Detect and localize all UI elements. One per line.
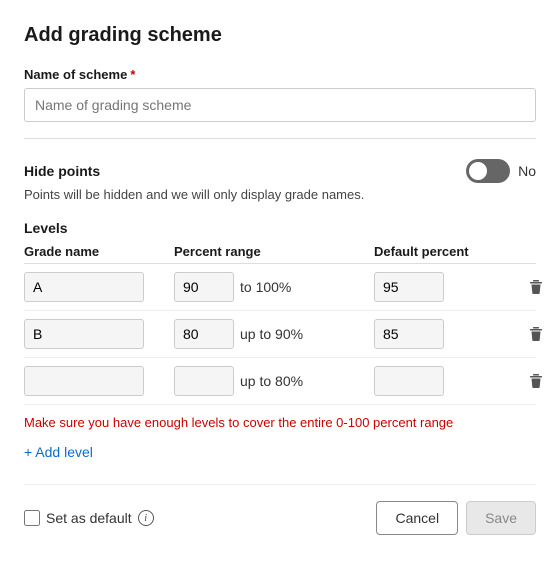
page-title: Add grading scheme: [24, 24, 536, 47]
default-percent-input-3[interactable]: [374, 366, 444, 396]
scheme-name-input[interactable]: [24, 88, 536, 122]
add-level-button[interactable]: + Add level: [24, 440, 93, 464]
default-percent-cell-1: [374, 272, 524, 302]
trash-icon: [528, 326, 544, 342]
error-message: Make sure you have enough levels to cove…: [24, 415, 536, 430]
default-percent-cell-3: [374, 366, 524, 396]
save-button[interactable]: Save: [466, 501, 536, 535]
toggle-track: [466, 159, 510, 183]
footer-buttons: Cancel Save: [376, 501, 536, 535]
cancel-button[interactable]: Cancel: [376, 501, 458, 535]
hide-points-label: Hide points: [24, 163, 100, 179]
name-field-label: Name of scheme*: [24, 67, 536, 82]
range-text-1: to 100%: [240, 279, 291, 295]
required-star: *: [130, 67, 135, 82]
footer-row: Set as default i Cancel Save: [24, 484, 536, 535]
levels-section-title: Levels: [24, 220, 536, 236]
grade-name-input-1[interactable]: [24, 272, 144, 302]
trash-icon: [528, 373, 544, 389]
header-percent-range: Percent range: [174, 244, 374, 259]
hide-points-row: Hide points No: [24, 159, 536, 183]
set-as-default-label: Set as default: [46, 510, 132, 526]
levels-header: Grade name Percent range Default percent: [24, 244, 536, 264]
toggle-group: No: [466, 159, 536, 183]
percent-from-input-1[interactable]: [174, 272, 234, 302]
grade-name-input-3[interactable]: [24, 366, 144, 396]
toggle-no-label: No: [518, 163, 536, 179]
delete-cell-2: [524, 322, 560, 346]
set-as-default-checkbox[interactable]: [24, 510, 40, 526]
hide-points-hint: Points will be hidden and we will only d…: [24, 187, 536, 202]
default-percent-input-1[interactable]: [374, 272, 444, 302]
grade-name-cell-1: [24, 272, 174, 302]
grade-name-cell-2: [24, 319, 174, 349]
percent-from-input-3[interactable]: [174, 366, 234, 396]
delete-cell-1: [524, 275, 560, 299]
delete-row-2-button[interactable]: [524, 322, 548, 346]
header-grade-name: Grade name: [24, 244, 174, 259]
range-text-3: up to 80%: [240, 373, 303, 389]
divider-1: [24, 138, 536, 139]
hide-points-toggle[interactable]: [466, 159, 510, 183]
delete-row-3-button[interactable]: [524, 369, 548, 393]
table-row: up to 80%: [24, 358, 536, 405]
trash-icon: [528, 279, 544, 295]
grade-name-cell-3: [24, 366, 174, 396]
percent-range-cell-2: up to 90%: [174, 319, 374, 349]
default-check-group: Set as default i: [24, 510, 154, 526]
toggle-thumb: [469, 162, 487, 180]
table-row: up to 90%: [24, 311, 536, 358]
delete-cell-3: [524, 369, 560, 393]
percent-range-cell-1: to 100%: [174, 272, 374, 302]
name-field-group: Name of scheme*: [24, 67, 536, 122]
grade-name-input-2[interactable]: [24, 319, 144, 349]
table-row: to 100%: [24, 264, 536, 311]
default-percent-cell-2: [374, 319, 524, 349]
header-default-percent: Default percent: [374, 244, 524, 259]
header-actions: [524, 244, 560, 259]
percent-range-cell-3: up to 80%: [174, 366, 374, 396]
delete-row-1-button[interactable]: [524, 275, 548, 299]
default-percent-input-2[interactable]: [374, 319, 444, 349]
percent-from-input-2[interactable]: [174, 319, 234, 349]
info-icon[interactable]: i: [138, 510, 154, 526]
range-text-2: up to 90%: [240, 326, 303, 342]
